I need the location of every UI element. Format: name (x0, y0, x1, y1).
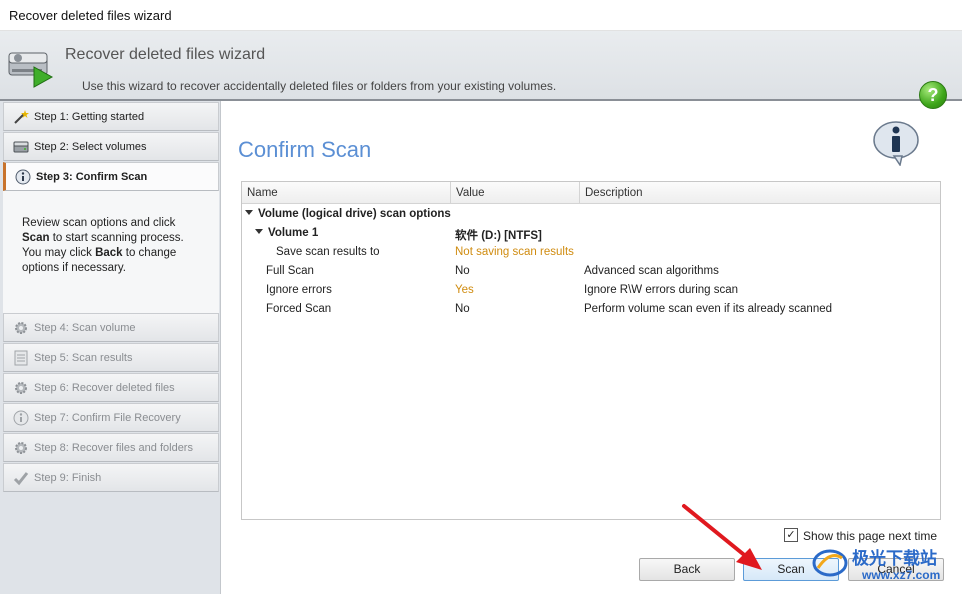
step-scan-results: Step 5: Scan results (3, 343, 219, 372)
show-next-time-checkbox[interactable]: ✓ (784, 528, 798, 542)
table-row[interactable]: Ignore errors Yes Ignore R\W errors duri… (242, 281, 940, 300)
option-value[interactable]: Yes (455, 284, 474, 296)
option-value[interactable]: No (455, 265, 470, 277)
grid-header: Name Value Description (242, 182, 940, 204)
info-icon (13, 410, 29, 426)
step-recover-files-folders: Step 8: Recover files and folders (3, 433, 219, 462)
option-name: Forced Scan (266, 303, 332, 315)
option-value[interactable]: No (455, 303, 470, 315)
annotation-arrow-icon (682, 504, 762, 570)
option-description: Advanced scan algorithms (584, 265, 719, 277)
gear-icon (15, 382, 27, 394)
step-recover-deleted-files: Step 6: Recover deleted files (3, 373, 219, 402)
step-label: Step 8: Recover files and folders (34, 442, 193, 454)
gear-icon (15, 322, 27, 334)
watermark-text: 极光下载站 (852, 549, 937, 568)
option-name: Save scan results to (276, 246, 380, 258)
info-icon (15, 169, 31, 185)
watermark-logo-icon (812, 549, 848, 577)
title-bar: Recover deleted files wizard (0, 0, 962, 31)
table-row[interactable]: Forced Scan No Perform volume scan even … (242, 300, 940, 319)
scan-options-grid: Name Value Description Volume (logical d… (241, 181, 941, 520)
step-label: Step 4: Scan volume (34, 322, 136, 334)
column-description[interactable]: Description (580, 182, 940, 204)
step-label: Step 5: Scan results (34, 352, 133, 364)
step-select-volumes[interactable]: Step 2: Select volumes (3, 132, 219, 161)
help-icon[interactable]: ? (919, 81, 947, 109)
step-label: Step 9: Finish (34, 472, 102, 484)
option-name: Full Scan (266, 265, 314, 277)
wizard-header: Recover deleted files wizard Use this wi… (0, 31, 962, 109)
option-value[interactable]: Not saving scan results (455, 246, 574, 258)
window-title: Recover deleted files wizard (9, 8, 172, 23)
option-name: Ignore errors (266, 284, 332, 296)
wizard-subtitle: Use this wizard to recover accidentally … (82, 79, 557, 93)
drive-recover-icon (8, 52, 54, 88)
watermark: 极光下载站 www.xz7.com (808, 540, 958, 588)
collapse-icon[interactable] (255, 229, 263, 234)
step-confirm-scan[interactable]: Step 3: Confirm Scan (3, 162, 219, 191)
step-label: Step 2: Select volumes (34, 141, 147, 153)
step-scan-volume: Step 4: Scan volume (3, 313, 219, 342)
drive-icon (13, 141, 29, 153)
option-description: Perform volume scan even if its already … (584, 303, 833, 315)
page-title: Confirm Scan (238, 137, 372, 162)
steps-sidebar: Step 1: Getting started Step 2: Select v… (0, 101, 221, 594)
step-description: Review scan options and click Scan to st… (22, 217, 184, 274)
column-value[interactable]: Value (451, 182, 580, 204)
table-row[interactable]: Full Scan No Advanced scan algorithms (242, 262, 940, 281)
step-label: Step 1: Getting started (34, 111, 145, 123)
step-label: Step 7: Confirm File Recovery (34, 412, 181, 424)
list-icon (14, 350, 28, 366)
step-label: Step 3: Confirm Scan (36, 171, 148, 183)
volume-row[interactable]: Volume 1 软件 (D:) [NTFS] (242, 224, 940, 243)
option-description: Ignore R\W errors during scan (584, 284, 739, 296)
check-icon (13, 472, 29, 486)
column-name[interactable]: Name (242, 182, 451, 204)
watermark-url: www.xz7.com (862, 568, 941, 582)
info-bubble-icon (873, 121, 919, 166)
step-finish: Step 9: Finish (3, 463, 219, 492)
gear-icon (15, 442, 27, 454)
volume-value: 软件 (D:) [NTFS] (455, 230, 542, 242)
collapse-icon[interactable] (245, 210, 253, 215)
step-getting-started[interactable]: Step 1: Getting started (3, 102, 219, 131)
wand-icon (14, 110, 29, 124)
table-row[interactable]: Save scan results to Not saving scan res… (242, 243, 940, 262)
group-row[interactable]: Volume (logical drive) scan options (242, 205, 940, 224)
step-confirm-file-recovery: Step 7: Confirm File Recovery (3, 403, 219, 432)
step-label: Step 6: Recover deleted files (34, 382, 175, 394)
wizard-title: Recover deleted files wizard (65, 46, 266, 63)
